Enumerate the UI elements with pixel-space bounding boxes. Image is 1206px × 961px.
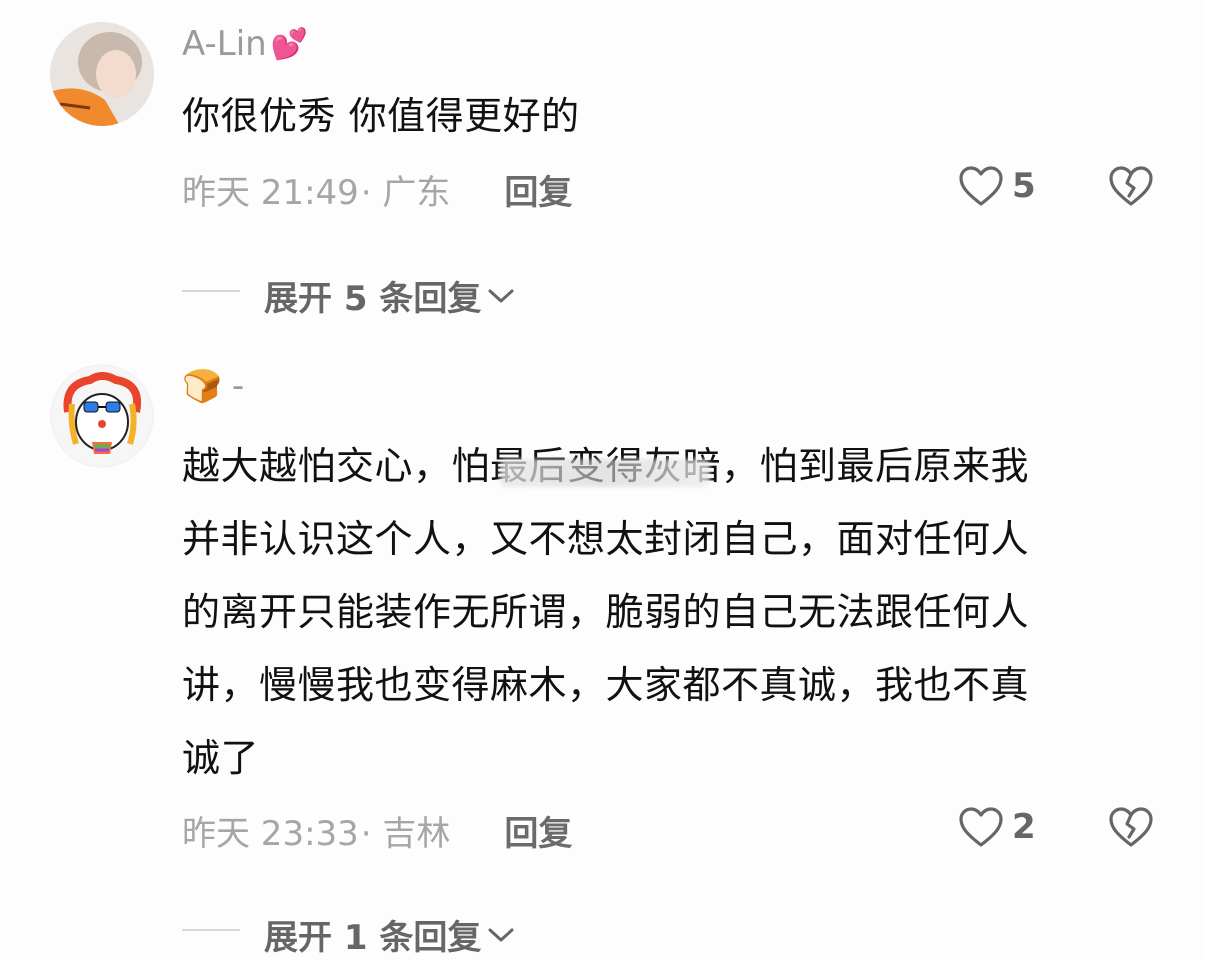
comment-meta: 昨天 23:33 · 吉林 回复 [182,806,572,855]
comment-text-line: 的离开只能装作无所谓，脆弱的自己无法跟任何人 [182,590,1030,634]
like-button[interactable]: 2 [958,806,1036,848]
like-button[interactable]: 5 [958,165,1036,207]
heart-icon [959,166,1003,206]
expand-replies-button[interactable]: 展开 5 条回复 [264,271,515,320]
comment-text-line: 讲，慢慢我也变得麻木，大家都不真诚，我也不真 [182,663,1030,707]
username-text: A-Lin [182,24,267,64]
dislike-button[interactable] [1108,806,1154,852]
comment-text-line: 你很优秀 你值得更好的 [182,94,580,138]
heart-icon [959,807,1003,847]
broken-heart-icon [1109,807,1153,847]
timestamp: 昨天 21:49 [182,173,359,213]
comment-meta: 昨天 21:49 · 广东 回复 [182,165,572,214]
comment-text: 你很优秀 你值得更好的 [182,80,580,153]
avatar[interactable] [50,364,154,468]
like-count: 2 [1012,807,1036,847]
avatar[interactable] [50,22,154,126]
timestamp: 昨天 23:33 [182,814,359,854]
username[interactable]: A-Lin 💕 [182,24,308,64]
divider [182,290,240,292]
location: · 广东 [360,173,451,213]
expand-replies-label: 展开 5 条回复 [264,279,482,319]
username-text: - [231,366,245,406]
reply-button[interactable]: 回复 [504,806,572,855]
divider [182,929,240,931]
comment-list: A-Lin 💕 你很优秀 你值得更好的 昨天 21:49 · 广东 回复 5 展… [0,0,1206,961]
username[interactable]: 🍞 - [182,366,244,406]
expand-replies-button[interactable]: 展开 1 条回复 [264,910,515,959]
chevron-down-icon [488,289,514,302]
bread-emoji-icon: 🍞 [182,367,222,405]
heart-emoji-icon: 💕 [270,26,309,62]
watermark-overlay [500,459,710,487]
broken-heart-icon [1109,166,1153,206]
chevron-down-icon [488,928,514,941]
expand-replies-label: 展开 1 条回复 [264,918,482,958]
comment-text-line: 诚了 [182,736,260,780]
location: · 吉林 [360,814,451,854]
like-count: 5 [1012,166,1036,206]
comment-text-line: 并非认识这个人，又不想太封闭自己，面对任何人 [182,517,1030,561]
reply-button[interactable]: 回复 [504,165,572,214]
dislike-button[interactable] [1108,165,1154,211]
